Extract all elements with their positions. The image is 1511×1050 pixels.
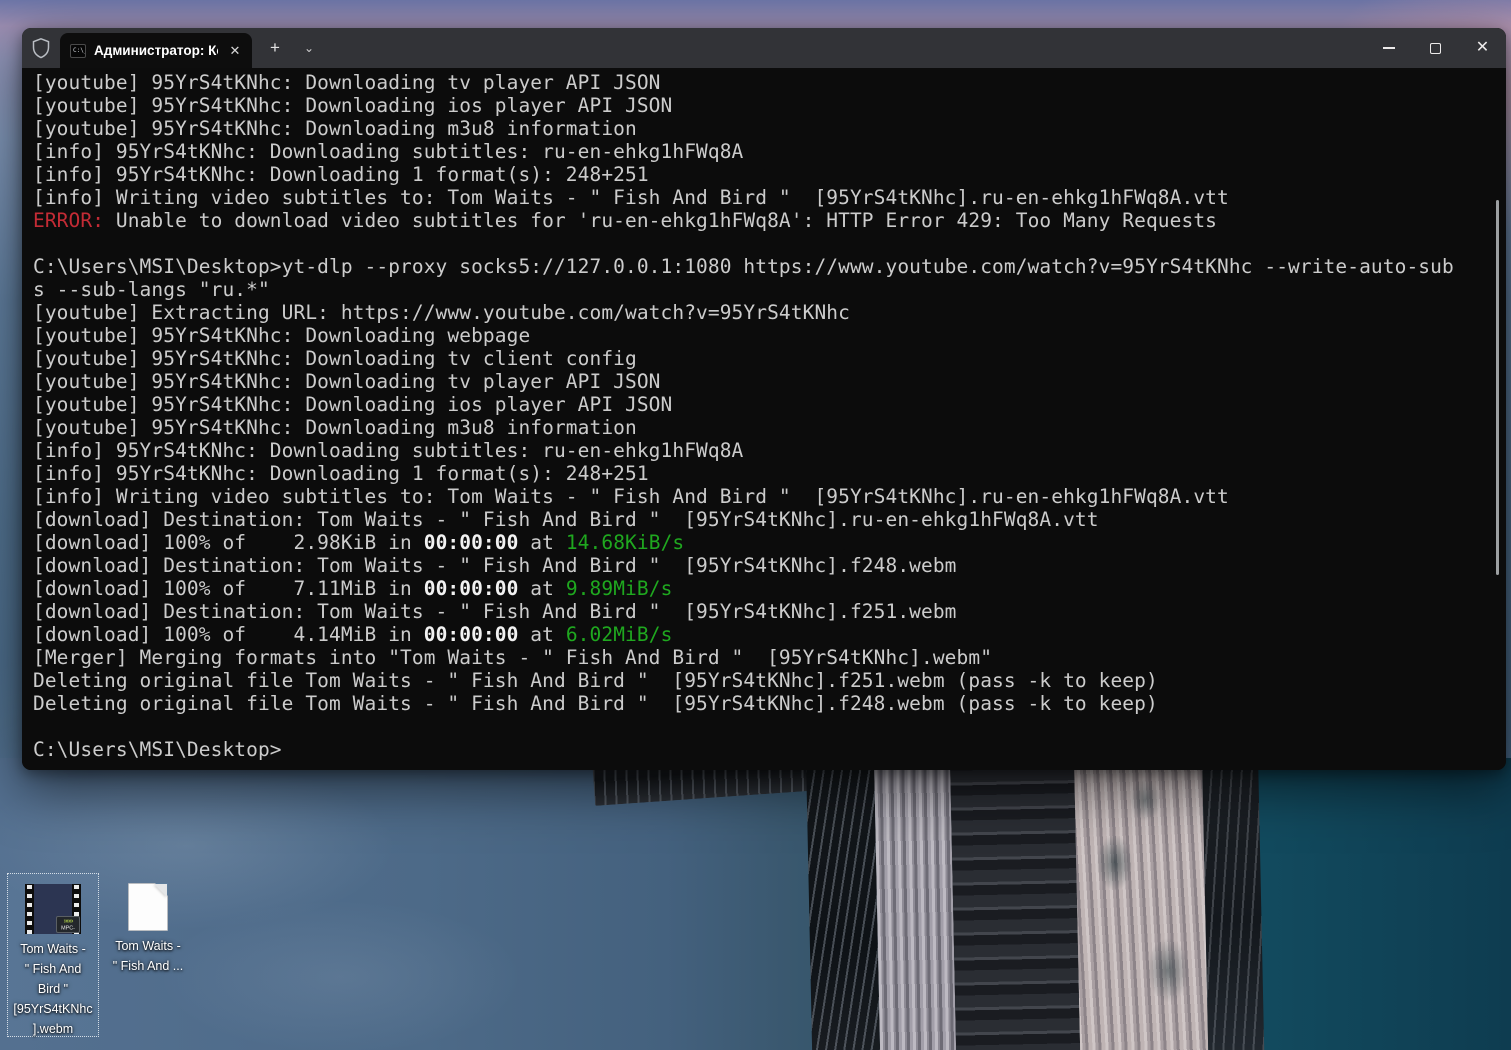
- terminal-line: [youtube] 95YrS4tKNhc: Downloading tv pl…: [33, 71, 661, 94]
- terminal-line: [youtube] 95YrS4tKNhc: Downloading tv cl…: [33, 347, 637, 370]
- close-button[interactable]: ✕: [1459, 28, 1506, 68]
- window-titlebar[interactable]: C:\_ Администратор: Командная ✕ + ⌄ ✕: [22, 28, 1506, 68]
- terminal-line: [info] 95YrS4tKNhc: Downloading 1 format…: [33, 462, 649, 485]
- terminal-window: C:\_ Администратор: Командная ✕ + ⌄ ✕ [y…: [22, 28, 1506, 770]
- terminal-line: s --sub-langs "ru.*": [33, 278, 270, 301]
- terminal-line: [youtube] 95YrS4tKNhc: Downloading m3u8 …: [33, 117, 637, 140]
- close-icon: ✕: [1475, 39, 1490, 56]
- pier-dark-edge: [1201, 751, 1265, 1050]
- pier-light-rail: [874, 757, 957, 1050]
- desktop-icon-vtt-document[interactable]: Tom Waits - " Fish And ...: [102, 873, 194, 983]
- terminal-line: [info] Writing video subtitles to: Tom W…: [33, 186, 1229, 209]
- desktop-background[interactable]: C:\_ Администратор: Командная ✕ + ⌄ ✕ [y…: [0, 0, 1511, 1050]
- filmstrip-sprockets-left: [25, 884, 34, 934]
- terminal-line: [download] 100% of 4.14MiB in 00:00:00 a…: [33, 623, 673, 646]
- tab-title: Администратор: Командная: [94, 43, 218, 58]
- minimize-button[interactable]: [1365, 28, 1412, 68]
- tab-command-prompt[interactable]: C:\_ Администратор: Командная ✕: [60, 33, 252, 68]
- terminal-line: [download] Destination: Tom Waits - " Fi…: [33, 600, 957, 623]
- mpc-be-badge: »»» MPC-BE: [56, 916, 80, 933]
- pier-dark-rail: [806, 759, 881, 1050]
- terminal-line: [download] 100% of 2.98KiB in 00:00:00 a…: [33, 531, 685, 554]
- terminal-output: [youtube] 95YrS4tKNhc: Downloading tv pl…: [33, 71, 1506, 761]
- icon-label: Tom Waits - " Fish And ...: [112, 939, 184, 973]
- cmd-prompt-icon: C:\_: [70, 43, 86, 58]
- terminal-line: [youtube] 95YrS4tKNhc: Downloading ios p…: [33, 393, 673, 416]
- document-page-icon: [128, 883, 168, 931]
- pier-steps: [950, 755, 1081, 1050]
- terminal-line: C:\Users\MSI\Desktop>yt-dlp --proxy sock…: [33, 255, 1454, 278]
- wooden-pier: [806, 751, 1265, 1050]
- terminal-line: ERROR: Unable to download video subtitle…: [33, 209, 1218, 232]
- terminal-line: [Merger] Merging formats into "Tom Waits…: [33, 646, 993, 669]
- terminal-line: [download] Destination: Tom Waits - " Fi…: [33, 554, 957, 577]
- badge-arrows: »»»: [63, 918, 74, 925]
- pier-wide-plank: [1073, 752, 1209, 1050]
- terminal-line: [youtube] 95YrS4tKNhc: Downloading m3u8 …: [33, 416, 637, 439]
- tab-close-icon[interactable]: ✕: [226, 42, 244, 60]
- video-filmstrip-icon: »»» MPC-BE: [25, 884, 81, 934]
- new-tab-button[interactable]: +: [258, 28, 292, 68]
- badge-name: MPC-BE: [61, 925, 75, 932]
- desktop-icon-webm-video[interactable]: »»» MPC-BE Tom Waits - " Fish And Bird "…: [7, 873, 99, 1037]
- terminal-line: [download] Destination: Tom Waits - " Fi…: [33, 508, 1099, 531]
- maximize-icon: [1430, 42, 1441, 54]
- maximize-button[interactable]: [1412, 28, 1459, 68]
- terminal-body[interactable]: [youtube] 95YrS4tKNhc: Downloading tv pl…: [22, 68, 1506, 770]
- terminal-scrollbar[interactable]: [1496, 200, 1499, 575]
- terminal-line: [info] 95YrS4tKNhc: Downloading subtitle…: [33, 439, 744, 462]
- admin-shield-icon: [22, 28, 60, 68]
- terminal-line: C:\Users\MSI\Desktop>: [33, 738, 282, 761]
- terminal-line: [info] 95YrS4tKNhc: Downloading subtitle…: [33, 140, 744, 163]
- terminal-line: [youtube] 95YrS4tKNhc: Downloading ios p…: [33, 94, 673, 117]
- titlebar-drag-region[interactable]: [326, 28, 1365, 68]
- tab-dropdown-button[interactable]: ⌄: [292, 28, 326, 68]
- terminal-line: Deleting original file Tom Waits - " Fis…: [33, 692, 1158, 715]
- terminal-line: Deleting original file Tom Waits - " Fis…: [33, 669, 1158, 692]
- minimize-icon: [1382, 47, 1395, 49]
- terminal-line: [download] 100% of 7.11MiB in 00:00:00 a…: [33, 577, 673, 600]
- terminal-line: [youtube] 95YrS4tKNhc: Downloading webpa…: [33, 324, 531, 347]
- icon-label: Tom Waits - " Fish And Bird " [95YrS4tKN…: [13, 942, 93, 1036]
- terminal-line: [info] 95YrS4tKNhc: Downloading 1 format…: [33, 163, 649, 186]
- terminal-line: [youtube] 95YrS4tKNhc: Downloading tv pl…: [33, 370, 661, 393]
- terminal-line: [youtube] Extracting URL: https://www.yo…: [33, 301, 850, 324]
- terminal-line: [info] Writing video subtitles to: Tom W…: [33, 485, 1229, 508]
